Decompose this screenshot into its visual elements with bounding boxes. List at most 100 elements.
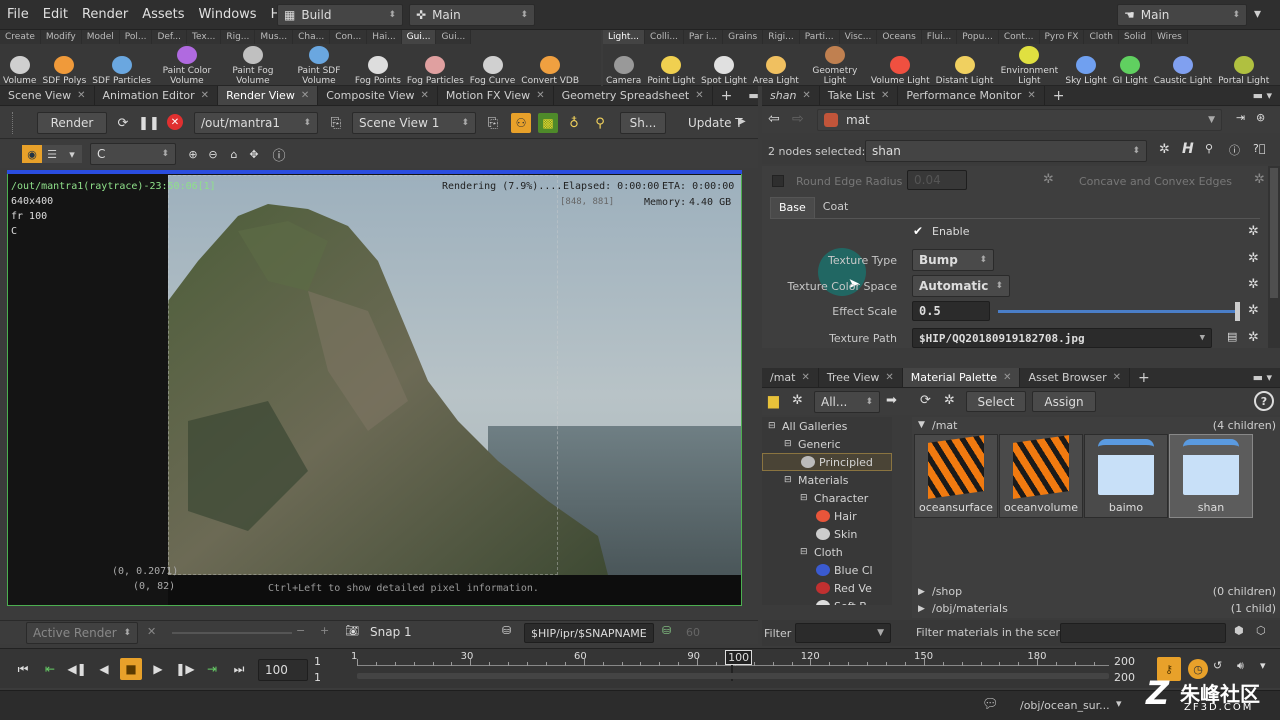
lock-render-icon[interactable]: ⚇	[511, 113, 531, 133]
shelf-tool-9[interactable]: GI Light	[1110, 56, 1151, 86]
split-view-icon[interactable]: ☰	[42, 145, 62, 163]
tree-node[interactable]: ⊟ Generic	[762, 435, 892, 453]
shelf-tab-1[interactable]: Modify	[40, 30, 82, 44]
pane-tab-0[interactable]: shan ✕	[762, 86, 820, 105]
shelf-tab-14[interactable]: Wires	[1151, 30, 1188, 44]
shelf-tab-11[interactable]: Gui...	[401, 30, 437, 44]
close-icon[interactable]: ✕	[801, 368, 809, 388]
menu-chevron-icon[interactable]: ▾	[1254, 6, 1261, 22]
shelf-tab-7[interactable]: Mus...	[255, 30, 294, 44]
shelf-tool-2[interactable]: Spot Light	[698, 56, 750, 86]
shelf-tool-2[interactable]: SDF Particles	[89, 56, 154, 86]
tree-node[interactable]: ⊟ Materials	[762, 471, 892, 489]
menu-edit[interactable]: Edit	[36, 0, 75, 30]
minus-icon[interactable]: −	[296, 624, 305, 637]
info-icon[interactable]: ⓘ	[1229, 142, 1240, 158]
step-forward-key-icon[interactable]: ⇥	[201, 658, 223, 680]
add-tab-icon[interactable]: +	[713, 86, 741, 105]
pause-icon[interactable]: ❚❚	[138, 114, 160, 132]
clear-icon[interactable]: ✕	[147, 625, 156, 638]
tree-node[interactable]: Principled	[762, 453, 892, 471]
material-thumb[interactable]: baimo	[1084, 434, 1168, 518]
pane-tab-0[interactable]: Scene View ✕	[0, 86, 95, 105]
pane-tab-0[interactable]: /mat ✕	[762, 368, 819, 387]
refresh-icon[interactable]: ⟳	[920, 393, 931, 408]
pane-menu-icon[interactable]: ▬ ▾	[1245, 86, 1280, 105]
shelf-tool-3[interactable]: Area Light	[750, 56, 802, 86]
object-pick-icon[interactable]: ⎘	[484, 114, 502, 132]
menu-file[interactable]: File	[0, 0, 36, 30]
render-viewport[interactable]: /out/mantra1(raytrace)-23:50:06[1] 640x4…	[7, 170, 742, 606]
subtab-coat[interactable]: Coat	[815, 197, 856, 219]
texture-path-field[interactable]: $HIP/QQ20180919182708.jpg ▼	[912, 328, 1212, 348]
import-arrow-icon[interactable]: ➡	[886, 393, 897, 408]
pin-icon[interactable]: ⇥	[1236, 111, 1245, 124]
shelf-tab-9[interactable]: Con...	[330, 30, 368, 44]
shelf-tab-13[interactable]: Solid	[1119, 30, 1152, 44]
camera-snapshot-icon[interactable]: 📷︎	[345, 624, 359, 637]
shelf-tab-12[interactable]: Gui...	[436, 30, 472, 44]
shelf-tab-4[interactable]: Rigi...	[763, 30, 800, 44]
shelf-tab-7[interactable]: Oceans	[877, 30, 922, 44]
desktop-selector-main[interactable]: ✜ Main ⬍	[409, 4, 535, 26]
shelf-tab-10[interactable]: Cont...	[998, 30, 1040, 44]
step-forward-icon[interactable]: ❚▶	[174, 658, 196, 680]
menu-windows[interactable]: Windows	[192, 0, 264, 30]
fit-icon[interactable]: ✥	[245, 145, 263, 163]
shelf-tab-6[interactable]: Rig...	[221, 30, 256, 44]
shelf-tool-1[interactable]: SDF Polys	[39, 56, 89, 86]
jump-end-icon[interactable]: ⏭	[228, 658, 250, 680]
more-arrow-icon[interactable]: ▶	[738, 116, 746, 127]
folder-add-icon[interactable]: ▆	[768, 393, 779, 409]
help-h-icon[interactable]: H	[1182, 141, 1194, 157]
gear-icon[interactable]: ✲	[1248, 251, 1259, 266]
gear-icon[interactable]: ✲	[1254, 172, 1265, 187]
close-icon[interactable]: ✕	[201, 86, 209, 106]
close-icon[interactable]: ✕	[1113, 368, 1121, 388]
play-reverse-icon[interactable]: ◀	[93, 658, 115, 680]
gear-icon[interactable]: ✲	[1248, 277, 1259, 292]
shelf-tool-8[interactable]: Sky Light	[1062, 56, 1109, 86]
pane-tab-2[interactable]: Render View ✕	[218, 86, 319, 105]
tree-node[interactable]: ⊟ All Galleries	[762, 417, 892, 435]
channel-selector[interactable]: C ⬍	[90, 143, 176, 165]
back-arrow-icon[interactable]: ⇦	[768, 111, 780, 127]
pane-tab-3[interactable]: Composite View ✕	[318, 86, 438, 105]
step-back-key-icon[interactable]: ⇤	[39, 658, 61, 680]
gear-icon[interactable]: ✲	[1043, 172, 1054, 187]
close-icon[interactable]: ✕	[881, 86, 889, 106]
enable-checkbox[interactable]: ✔	[913, 224, 923, 238]
camera-selector[interactable]: Scene View 1 ⬍	[352, 112, 476, 134]
desktop-selector-right[interactable]: ☚ Main ⬍	[1117, 4, 1247, 26]
round-edge-field[interactable]: 0.04	[907, 170, 967, 190]
pane-menu-icon[interactable]: ▬ ▾	[1245, 368, 1280, 387]
rop-path-selector[interactable]: /out/mantra1 ⬍	[194, 112, 318, 134]
tree-node[interactable]: ⊟ Character	[762, 489, 892, 507]
pane-tab-1[interactable]: Animation Editor ✕	[95, 86, 219, 105]
pane-tab-1[interactable]: Tree View ✕	[819, 368, 903, 387]
shelf-tool-6[interactable]: Distant Light	[933, 56, 997, 86]
gear-icon[interactable]: ✲	[1248, 330, 1259, 345]
shelf-tab-2[interactable]: Model	[81, 30, 120, 44]
play-icon[interactable]: ▶	[147, 658, 169, 680]
camera-pick-icon[interactable]: ⎘	[327, 114, 345, 132]
shelf-tool-4[interactable]: Geometry Light	[802, 46, 868, 86]
color-space-selector[interactable]: Automatic ⬍	[912, 275, 1010, 297]
gear-icon[interactable]: ✲	[944, 393, 955, 408]
filter-scene-input[interactable]	[1060, 623, 1226, 643]
help-icon[interactable]: ?	[1254, 391, 1274, 411]
cube-icon[interactable]: ⬢	[1234, 624, 1244, 637]
info-icon[interactable]: ⓘ	[270, 145, 288, 164]
shelf-tab-11[interactable]: Pyro FX	[1039, 30, 1085, 44]
help-icon[interactable]: ?⃝	[1253, 142, 1265, 155]
tree-node[interactable]: Soft B	[762, 597, 892, 605]
gallery-filter-selector[interactable]: All... ⬍	[814, 391, 880, 413]
shelf-tab-10[interactable]: Hai...	[367, 30, 402, 44]
round-edge-checkbox[interactable]	[772, 175, 784, 187]
close-icon[interactable]: ✕	[421, 86, 429, 106]
active-render-selector[interactable]: Active Render ⬍	[26, 622, 138, 644]
shelf-tab-3[interactable]: Grains	[723, 30, 764, 44]
expand-shop-icon[interactable]: ▶	[918, 587, 925, 597]
shelf-tool-9[interactable]: Convert VDB	[518, 56, 582, 86]
chat-icon[interactable]: 💬︎	[982, 697, 999, 712]
